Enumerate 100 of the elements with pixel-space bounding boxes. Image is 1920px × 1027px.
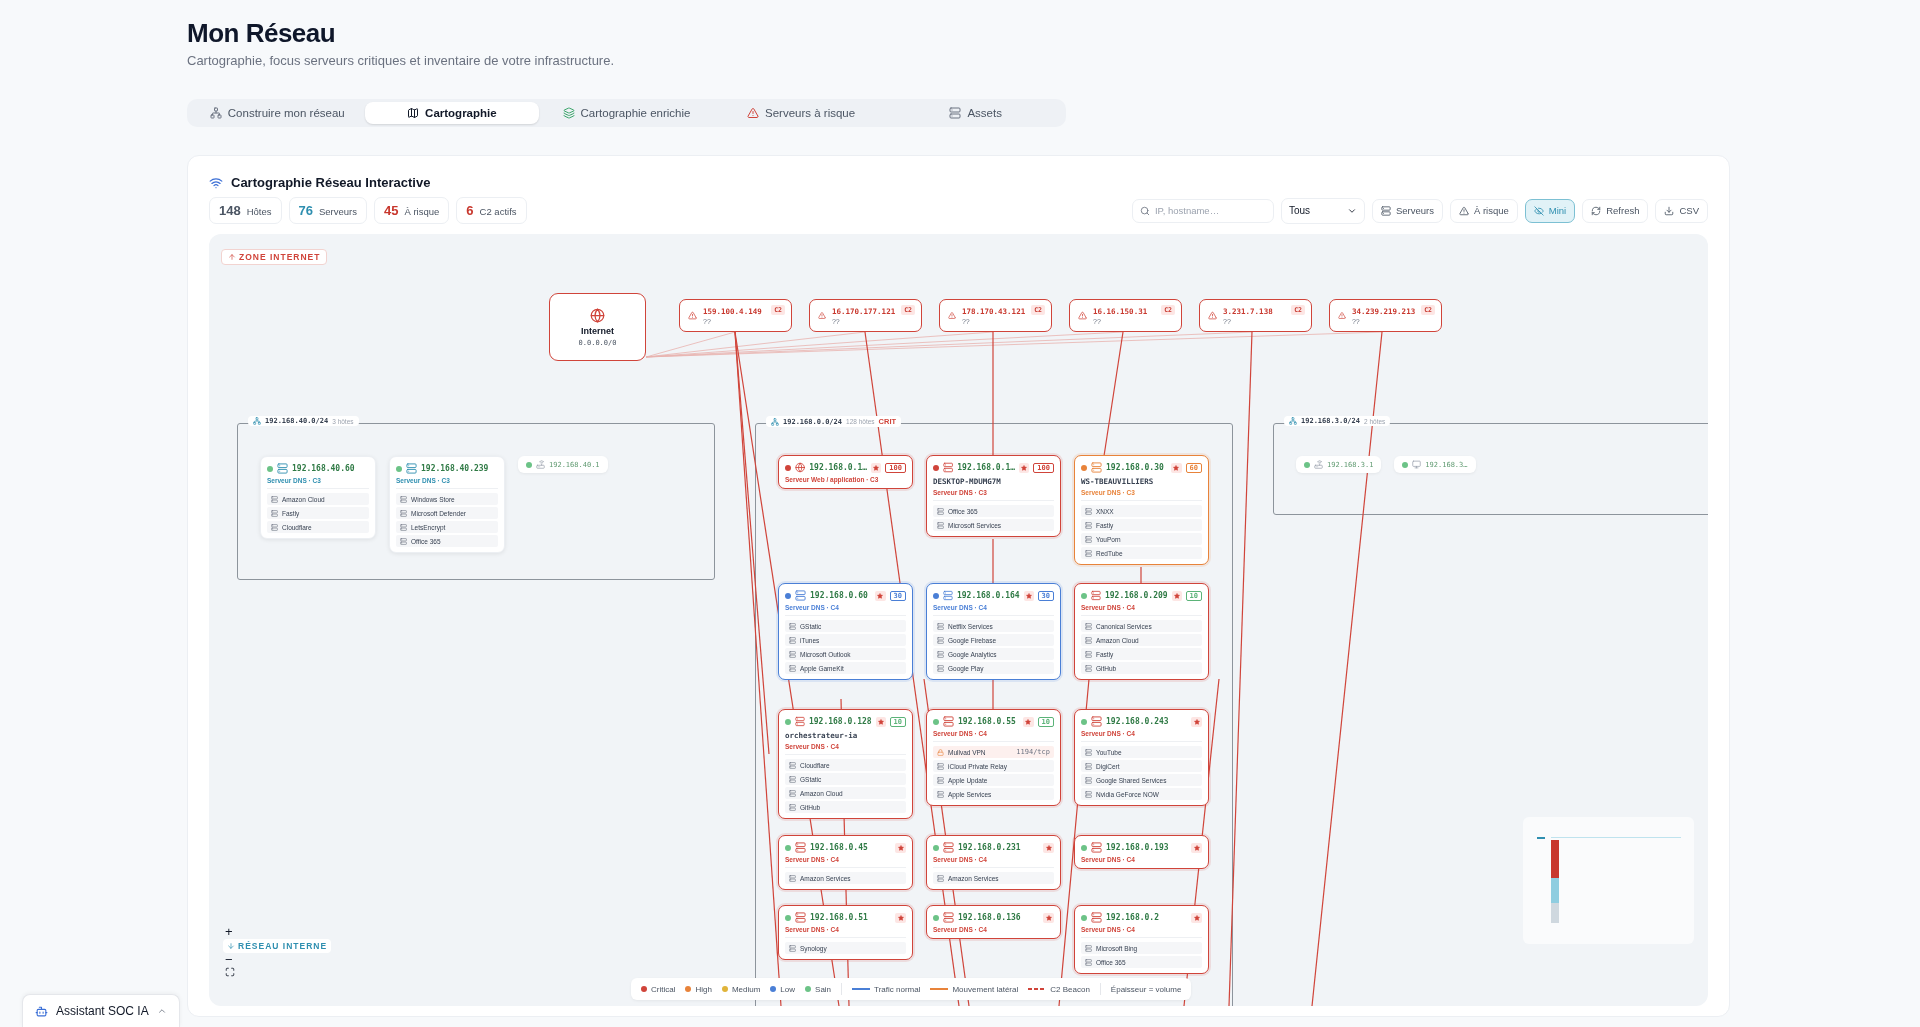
server-icon [1091,590,1101,601]
host-ip: 192.168.0.128 [808,717,872,726]
toolbar-button[interactable]: CSV [1655,198,1708,223]
host-ip: 192.168.0.51 [810,913,869,922]
eye-off-icon [1533,205,1544,216]
warning-icon [1078,311,1087,320]
stat-value: 148 [219,203,241,218]
globe-icon [590,307,605,323]
server-icon [795,912,806,923]
stat-value: 6 [466,203,474,218]
tab[interactable]: Serveurs à risque [713,102,889,124]
host-ip: 192.168.0.60 [810,591,869,600]
monitor-icon [1412,460,1422,469]
server-icon [789,622,796,630]
server-icon [937,776,944,784]
chevron-up-icon [156,1006,167,1016]
tab[interactable]: Cartographie [364,102,540,124]
server-icon [1380,205,1391,216]
search-field[interactable]: IP, hostname… [1131,198,1274,223]
server-icon [271,509,278,517]
zoom-out-button[interactable]: − [223,954,235,966]
stat-label: Serveurs [319,206,357,217]
server-icon [943,842,954,853]
warning-icon [688,311,697,320]
server-icon [795,716,805,727]
server-icon [1085,664,1092,672]
server-icon [943,462,954,473]
stat-label: À risque [404,206,440,217]
zoom-in-button[interactable]: + [223,926,235,938]
host-ip: 192.168.0.1… [809,463,868,472]
layers-icon [562,107,575,119]
legend-label: Sain [815,984,832,994]
server-icon [789,874,796,882]
toolbar-button[interactable]: Refresh [1582,198,1649,223]
server-icon [406,463,417,474]
server-icon [795,842,806,853]
server-icon [1085,535,1092,543]
legend-label: Mouvement latéral [952,984,1019,994]
server-icon [1091,462,1102,473]
legend-label: High [695,984,712,994]
stat-label: Hôtes [246,206,272,217]
tab[interactable]: Assets [888,102,1063,124]
globe-icon [795,462,806,473]
server-icon [789,789,796,797]
line-style-icon [852,987,871,991]
legend-label: Trafic normal [874,984,921,994]
server-icon [937,874,944,882]
stat-value: 76 [298,203,313,218]
server-icon [789,650,796,658]
arrow-up-icon [228,253,236,261]
fit-view-button[interactable] [223,967,237,977]
server-icon [1085,958,1092,966]
server-icon [1091,716,1102,727]
connector-line [992,678,994,711]
toolbar-button[interactable]: À risque [1449,198,1518,223]
server-icon [789,775,796,783]
host-ip: 192.168.0.45 [810,843,869,852]
legend-label: Low [780,984,796,994]
legend-label: Medium [731,984,761,994]
page-title: Mon Réseau [187,18,337,49]
assistant-button[interactable]: Assistant SOC IA [22,994,180,1027]
legend-label: Critical [651,984,676,994]
host-ip: 192.168.0.1… [957,463,1016,472]
host-ip: 192.168.0.136 [958,913,1022,922]
wifi-icon [209,175,223,190]
server-icon [400,495,407,503]
server-icon [1085,521,1092,529]
server-icon [400,509,407,517]
server-icon [1085,944,1092,952]
arrow-down-icon [227,942,235,950]
router-icon [536,460,545,469]
server-icon [937,636,944,644]
zone-text: ZONE INTERNET [239,252,321,262]
server-icon [943,912,954,923]
server-icon [1085,622,1092,630]
server-icon [271,523,278,531]
server-icon [1085,748,1092,756]
host-ip: 192.168.0.30 [1106,463,1165,472]
zone-text: RÉSEAU INTERNE [238,941,328,951]
server-icon [1085,636,1092,644]
server-icon [937,664,944,672]
server-icon [937,622,944,630]
server-icon [1091,912,1102,923]
stat-label: C2 actifs [479,206,517,217]
server-icon [789,664,796,672]
refresh-icon [1591,205,1602,216]
connector-line [992,538,994,585]
node-label: Internet [581,325,614,336]
server-icon [1085,776,1092,784]
download-icon [1664,205,1675,216]
lock-icon [937,748,944,756]
connector-line [1140,566,1142,585]
toolbar-button[interactable]: Serveurs [1371,198,1443,223]
tab[interactable]: Construire mon réseau [190,102,365,124]
server-icon [1085,507,1092,515]
server-icon [271,495,278,503]
host-ip: 192.168.0.164 [956,591,1020,600]
tab[interactable]: Cartographie enrichie [539,102,714,124]
server-icon [1085,650,1092,658]
filter-dropdown[interactable]: Tous [1280,197,1365,224]
